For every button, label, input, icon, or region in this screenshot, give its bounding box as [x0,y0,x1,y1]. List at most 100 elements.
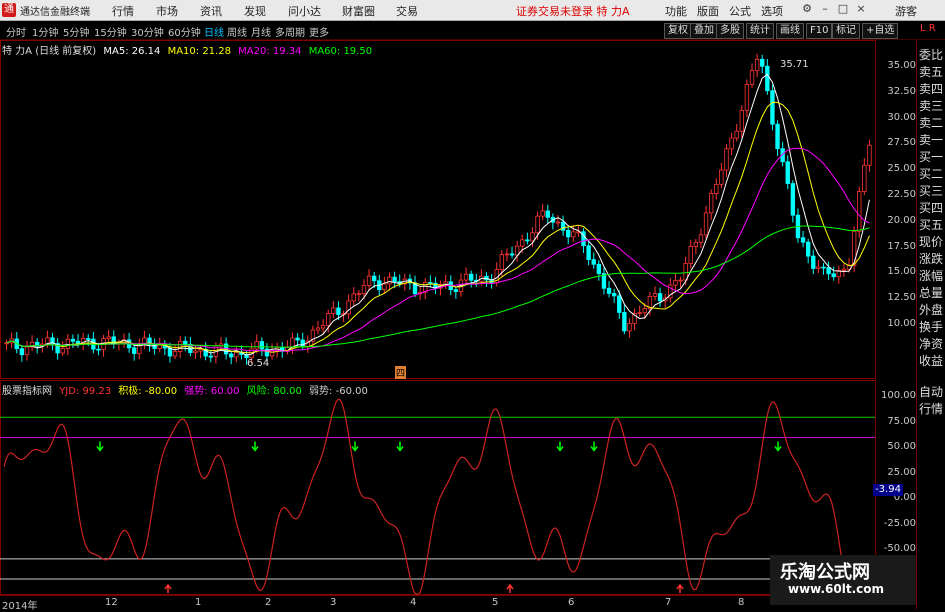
quote-field-label[interactable]: 卖二 [919,116,945,131]
settings-icon[interactable]: ⚙ [800,2,814,16]
menu-wealth[interactable]: 财富圈 [342,3,375,19]
menu-discover[interactable]: 发现 [244,3,266,19]
quote-field-label[interactable]: 买四 [919,201,945,216]
quote-field-label[interactable]: 卖四 [919,82,945,97]
quote-field-label[interactable]: 换手 [919,320,945,335]
period-30min[interactable]: 30分钟 [131,24,164,39]
buy-signal-arrow [164,583,172,594]
buy-signal-arrow [676,583,684,594]
sell-signal-arrow [396,441,404,452]
period-5min[interactable]: 5分钟 [63,24,89,39]
price-axis: 35.00 32.50 30.00 27.50 25.00 22.50 20.00 17.50… [876,40,916,380]
quote-field-label[interactable]: 委比 [919,48,945,63]
candle-body [760,58,765,67]
draw-line-button[interactable]: 画线 [776,23,804,39]
guest-user[interactable]: 游客 [895,3,917,19]
date-tick: 2014年 [2,601,38,612]
quote-field-label[interactable]: 卖五 [919,65,945,80]
candle-body [719,169,724,185]
period-weekly[interactable]: 周线 [227,24,247,39]
overlay-button[interactable]: 叠加 [690,23,718,39]
period-more[interactable]: 更多 [309,24,329,39]
candle-body [811,255,816,269]
mark-button[interactable]: 标记 [832,23,860,39]
quote-field-label[interactable]: 净资 [919,337,945,352]
candle-body [790,183,796,216]
chart-frame [0,40,876,595]
stats-button[interactable]: 统计 [746,23,774,39]
menu-function[interactable]: 功能 [665,3,687,19]
period-1min[interactable]: 1分钟 [32,24,58,39]
buy-signal-arrow [506,583,514,594]
menu-quotes[interactable]: 行情 [112,3,134,19]
price-tick: 30.00 [887,111,916,123]
ma5-label: MA5: 26.14 [103,46,161,57]
candle-body [469,273,474,281]
close-icon[interactable]: × [854,2,868,16]
quote-field-label[interactable]: 卖一 [919,133,945,148]
price-tick: 17.50 [887,240,916,252]
osc-tick: 75.00 [887,415,916,427]
candle-body [622,312,627,332]
login-warning[interactable]: 证券交易未登录 特 力A [516,3,630,19]
candle-body [504,253,510,256]
candle-body [617,295,622,313]
menu-assistant[interactable]: 问小达 [288,3,321,19]
quote-field-label[interactable]: 卖三 [919,99,945,114]
f10-button[interactable]: F10 [806,23,833,39]
candle-body [678,279,683,282]
menu-options[interactable]: 选项 [761,3,783,19]
ma60-label: MA60: 19.50 [308,46,373,57]
maximize-icon[interactable]: □ [836,2,850,16]
osc-tick: 50.00 [887,441,916,452]
restore-rights-button[interactable]: 复权 [664,23,692,39]
menu-bar: 通 通达信金融终端 行情 市场 资讯 发现 问小达 财富圈 交易 证券交易未登录… [0,0,945,21]
menu-layout[interactable]: 版面 [697,3,719,19]
menu-trade[interactable]: 交易 [396,3,418,19]
candle-body [229,353,234,358]
candle-body [744,84,750,111]
event-marker[interactable]: 四 [395,366,407,379]
price-tick: 27.50 [887,137,916,149]
quote-field-label[interactable]: 涨幅 [919,269,945,284]
period-60min[interactable]: 60分钟 [168,24,201,39]
indicator-legend: 股票指标网 YJD: 99.23 积极: -80.00 强势: 60.00 风险… [2,382,372,397]
candle-body [60,348,65,354]
quote-field-label[interactable]: 涨跌 [919,252,945,267]
menu-formula[interactable]: 公式 [729,3,751,19]
candle-body [805,241,811,257]
candle-body [816,266,821,269]
date-tick: 6 [568,597,575,608]
period-timeshare[interactable]: 分时 [6,24,26,39]
candle-body [157,344,162,349]
period-monthly[interactable]: 月线 [251,24,271,39]
quote-field-label[interactable]: 收益 [919,354,945,369]
candle-body [841,268,847,271]
candle-body [86,338,91,340]
period-multi[interactable]: 多周期 [275,24,305,39]
quote-field-label[interactable]: 买一 [919,150,945,165]
quote-field-label[interactable]: 现价 [919,235,945,250]
oscillator-panel [0,398,875,595]
quote-field-label[interactable]: 自动 [919,385,945,400]
date-tick: 12 [105,597,118,608]
candle-body [315,327,321,331]
minimize-icon[interactable]: – [818,2,832,16]
candle-body [269,350,275,357]
quote-field-label[interactable]: 买三 [919,184,945,199]
period-15min[interactable]: 15分钟 [94,24,127,39]
candle-body [300,339,305,347]
kline-chart[interactable] [0,40,916,595]
menu-news[interactable]: 资讯 [200,3,222,19]
quote-field-label[interactable]: 总量 [919,286,945,301]
multi-stock-button[interactable]: 多股 [716,23,744,39]
menu-market[interactable]: 市场 [156,3,178,19]
quote-field-label[interactable]: 买五 [919,218,945,233]
candle-body [611,292,617,297]
period-daily[interactable]: 日线 [204,24,224,39]
add-favorite-button[interactable]: +自选 [862,23,899,39]
quote-field-label[interactable]: 外盘 [919,303,945,318]
quote-field-label[interactable]: 买二 [919,167,945,182]
quote-field-label[interactable]: 行情 [919,402,945,417]
candle-body [198,348,203,352]
